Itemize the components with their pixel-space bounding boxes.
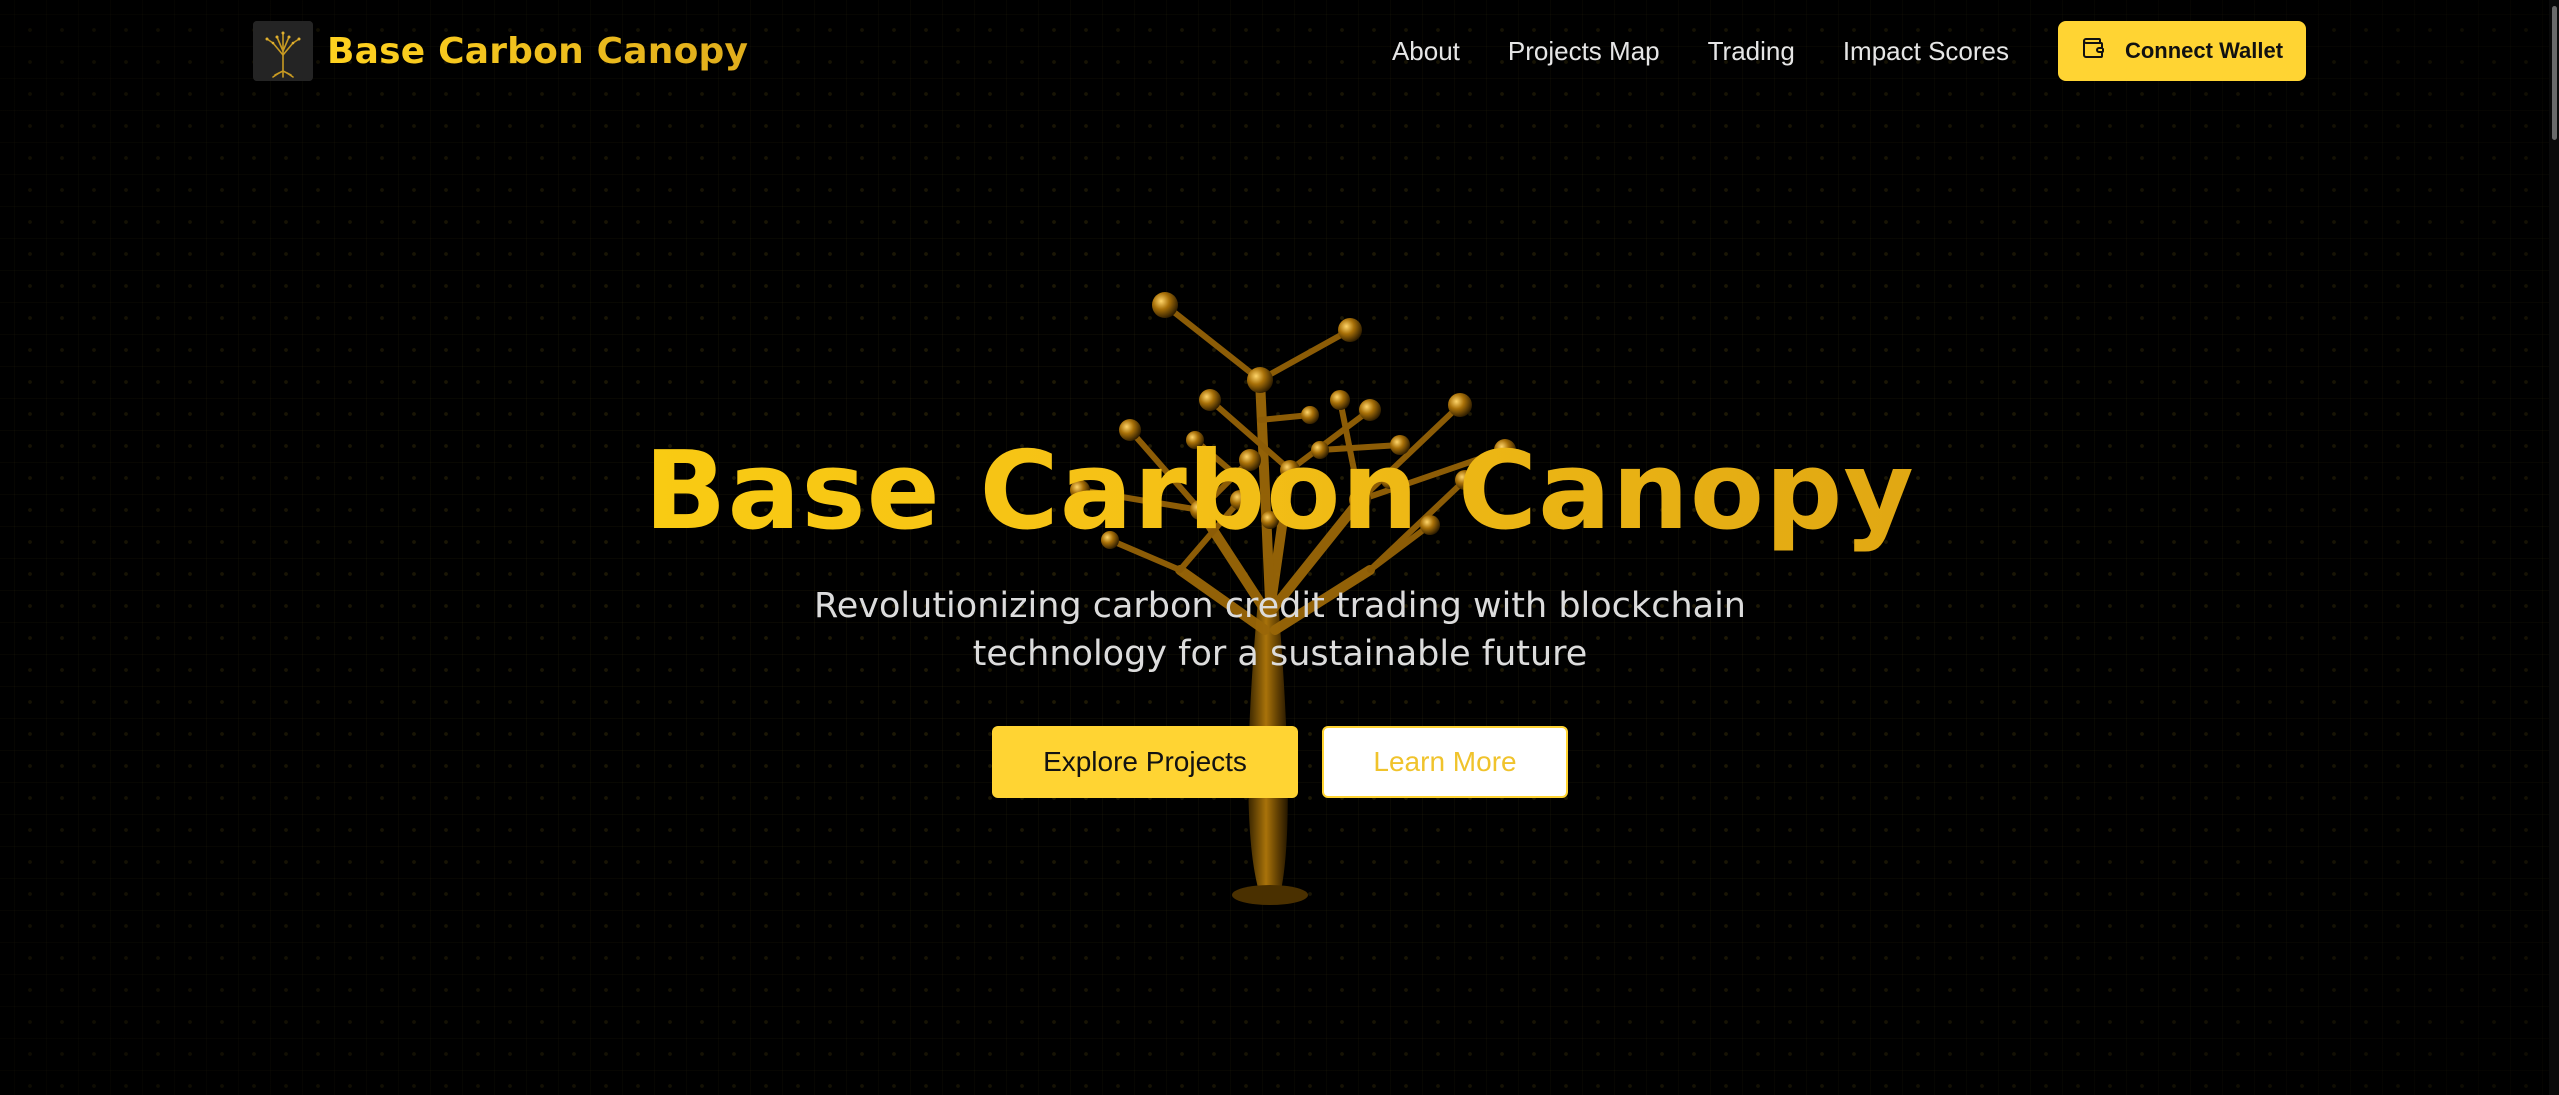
hero-section: Base Carbon Canopy Revolutionizing carbo… [0, 0, 2559, 1095]
nav-about[interactable]: About [1392, 36, 1460, 67]
explore-projects-button[interactable]: Explore Projects [992, 726, 1298, 798]
connect-wallet-button[interactable]: Connect Wallet [2058, 21, 2306, 81]
nav-impact-scores[interactable]: Impact Scores [1843, 36, 2009, 67]
wallet-icon [2081, 36, 2105, 66]
hero-subtitle: Revolutionizing carbon credit trading wi… [814, 586, 1746, 674]
brand-name: Base Carbon Canopy [327, 30, 749, 72]
scrollbar-thumb[interactable] [2552, 6, 2557, 140]
page-scrollbar[interactable] [2549, 0, 2559, 1095]
hero-title: Base Carbon Canopy [0, 432, 2559, 552]
nav-projects-map[interactable]: Projects Map [1508, 36, 1660, 67]
tree-logo-icon [253, 21, 313, 81]
main-nav: About Projects Map Trading Impact Scores… [1392, 21, 2306, 81]
nav-trading[interactable]: Trading [1708, 36, 1795, 67]
brand-link[interactable]: Base Carbon Canopy [253, 21, 748, 81]
site-header: Base Carbon Canopy About Projects Map Tr… [253, 20, 2306, 82]
hero-title-text: Base Carbon Canopy [644, 429, 1915, 554]
learn-more-button[interactable]: Learn More [1322, 726, 1568, 798]
connect-wallet-label: Connect Wallet [2124, 38, 2284, 63]
